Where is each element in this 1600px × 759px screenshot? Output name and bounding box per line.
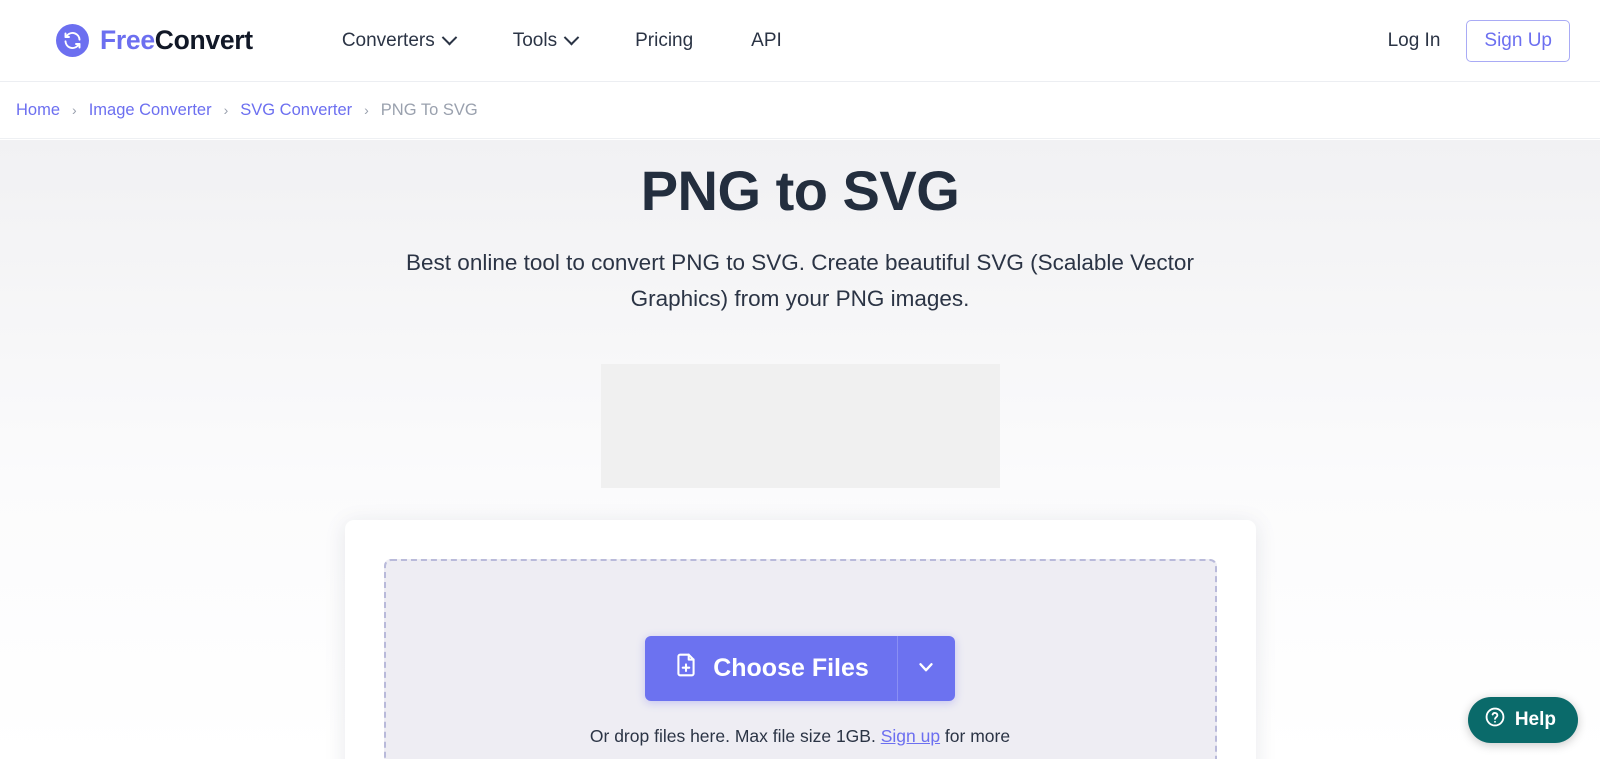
breadcrumb-item-svg-converter[interactable]: SVG Converter bbox=[240, 101, 352, 120]
dropzone-hint-prefix: Or drop files here. Max file size 1GB. bbox=[589, 725, 881, 746]
chevron-down-icon bbox=[563, 29, 580, 46]
nav-item-api[interactable]: API bbox=[722, 20, 811, 62]
breadcrumb-item-current: PNG To SVG bbox=[380, 100, 478, 119]
nav-item-tools[interactable]: Tools bbox=[484, 20, 606, 62]
breadcrumb-item-image-converter[interactable]: Image Converter bbox=[89, 101, 212, 120]
breadcrumb-separator: › bbox=[72, 102, 77, 118]
nav-item-converters[interactable]: Converters bbox=[313, 20, 484, 62]
logo-link[interactable]: FreeConvert bbox=[56, 24, 253, 57]
signup-for-more-link[interactable]: Sign up bbox=[881, 726, 940, 746]
header-actions: Log In Sign Up bbox=[1388, 19, 1570, 62]
nav-item-tools-label: Tools bbox=[512, 29, 558, 51]
help-widget-label: Help bbox=[1514, 709, 1556, 730]
choose-files-label: Choose Files bbox=[713, 653, 869, 682]
converter-card: Choose Files Or drop files here. Max fil… bbox=[344, 520, 1256, 759]
dropzone-hint: Or drop files here. Max file size 1GB. S… bbox=[590, 726, 1010, 747]
logo-text-free: Free bbox=[100, 25, 155, 55]
choose-files-button[interactable]: Choose Files bbox=[645, 635, 897, 701]
dropzone-hint-suffix: for more bbox=[940, 725, 1011, 746]
nav-item-pricing[interactable]: Pricing bbox=[606, 20, 722, 62]
nav-item-api-label: API bbox=[751, 29, 782, 51]
chevron-down-icon bbox=[441, 29, 458, 46]
choose-files-group: Choose Files bbox=[645, 635, 955, 701]
ad-placeholder bbox=[600, 364, 1000, 489]
file-plus-icon bbox=[673, 652, 699, 685]
help-widget-button[interactable]: Help bbox=[1467, 697, 1578, 743]
nav-item-pricing-label: Pricing bbox=[635, 29, 694, 51]
nav-item-converters-label: Converters bbox=[341, 29, 435, 51]
breadcrumb-separator: › bbox=[223, 102, 229, 118]
hero-section: PNG to SVG Best online tool to convert P… bbox=[0, 140, 1600, 317]
main-nav: Converters Tools Pricing API bbox=[313, 20, 811, 62]
login-link[interactable]: Log In bbox=[1388, 30, 1441, 52]
signup-button[interactable]: Sign Up bbox=[1466, 19, 1570, 62]
site-header: FreeConvert Converters Tools Pricing API… bbox=[0, 0, 1600, 82]
chevron-down-icon bbox=[915, 656, 937, 681]
file-dropzone[interactable]: Choose Files Or drop files here. Max fil… bbox=[383, 559, 1217, 759]
logo-text: FreeConvert bbox=[100, 25, 253, 56]
refresh-circle-icon bbox=[56, 24, 89, 57]
choose-files-dropdown-button[interactable] bbox=[896, 635, 955, 701]
page-title: PNG to SVG bbox=[640, 159, 960, 222]
page-subtitle: Best online tool to convert PNG to SVG. … bbox=[406, 250, 1194, 312]
question-circle-icon bbox=[1484, 706, 1506, 734]
breadcrumb-separator: › bbox=[364, 102, 369, 118]
breadcrumb-item-home[interactable]: Home bbox=[16, 101, 60, 120]
page-content: PNG to SVG Best online tool to convert P… bbox=[0, 140, 1600, 759]
logo-text-convert: Convert bbox=[154, 25, 253, 55]
breadcrumb: Home › Image Converter › SVG Converter ›… bbox=[0, 82, 1600, 139]
